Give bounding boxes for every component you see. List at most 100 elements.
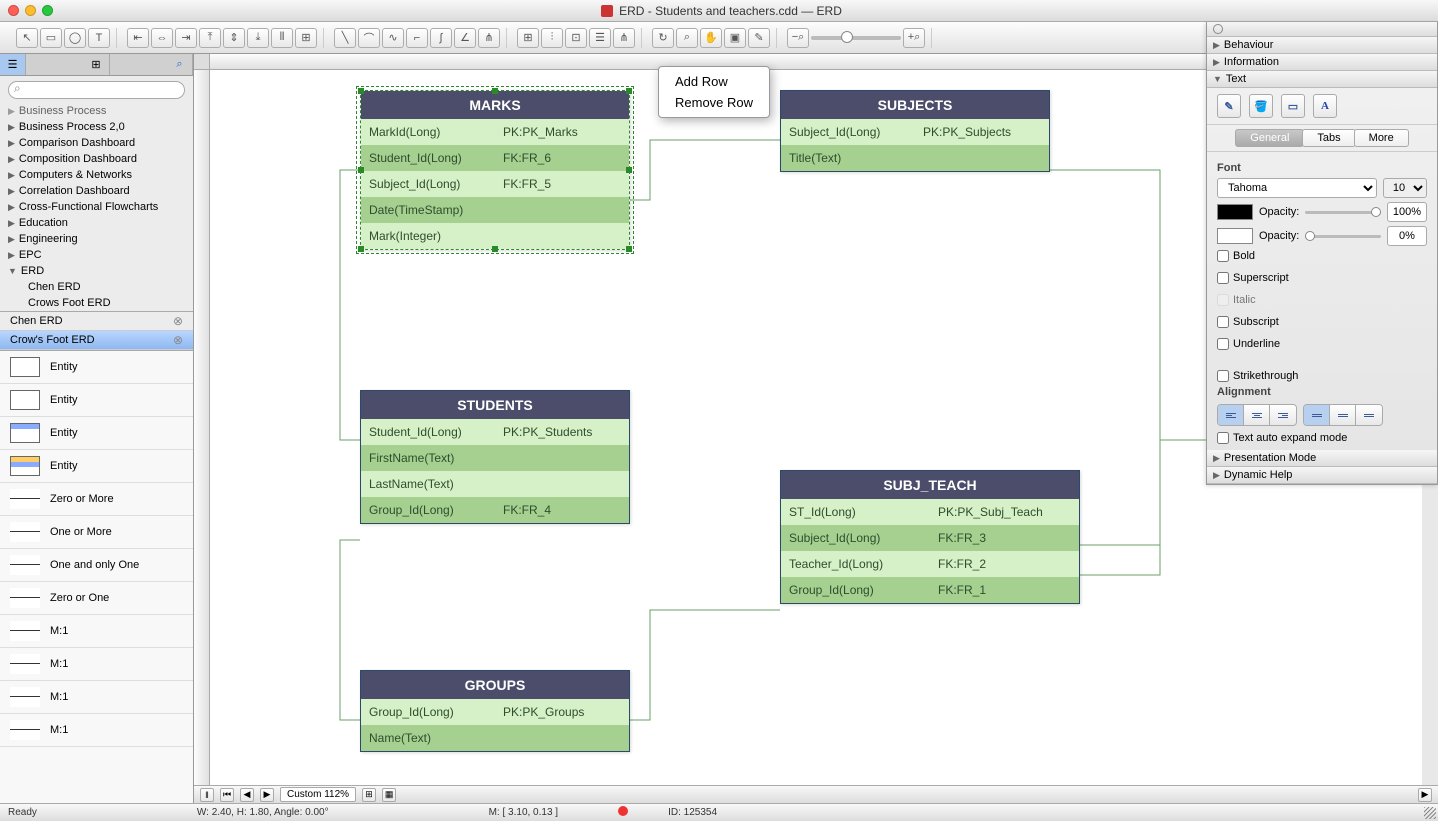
erd-table-header[interactable]: STUDENTS [361,391,629,419]
zoom-out-icon[interactable]: −⌕ [787,28,809,48]
erd-table-row[interactable]: Date(TimeStamp) [361,197,629,223]
shape-m-1[interactable]: M:1 [0,714,193,747]
connector-curve-icon[interactable]: ∿ [382,28,404,48]
grid-toggle-icon[interactable]: ⊞ [362,788,376,802]
text-opacity-input[interactable] [1387,202,1427,222]
layers-icon[interactable]: ☰ [589,28,611,48]
snap-grid-icon[interactable]: ⊞ [517,28,539,48]
selection-handle[interactable] [626,167,632,173]
zoom-window-button[interactable] [42,5,53,16]
bold-checkbox[interactable]: Bold [1217,250,1318,262]
group-icon[interactable]: ⊞ [295,28,317,48]
align-h-center[interactable] [1244,405,1270,425]
connector-split-icon[interactable]: ⋔ [478,28,500,48]
scrollbar-right-icon[interactable]: ▶ [1418,788,1432,802]
shape-entity[interactable]: Entity [0,450,193,483]
close-tab-icon[interactable]: ⊗ [173,314,183,328]
grid2-toggle-icon[interactable]: ▦ [382,788,396,802]
align-h-right[interactable] [1270,405,1296,425]
bg-opacity-input[interactable] [1387,226,1427,246]
underline-checkbox[interactable]: Underline [1217,338,1318,350]
shape-m-1[interactable]: M:1 [0,648,193,681]
connector-step-icon[interactable]: ⌐ [406,28,428,48]
inspector-tab-tabs[interactable]: Tabs [1302,129,1355,147]
erd-table-marks[interactable]: MARKSMarkId(Long)PK:PK_MarksStudent_Id(L… [360,90,630,250]
eyedropper-icon[interactable]: ✎ [748,28,770,48]
inspector-tab-more[interactable]: More [1354,129,1409,147]
presentation-icon[interactable]: ▣ [724,28,746,48]
align-v-middle[interactable] [1330,405,1356,425]
hand-tool-icon[interactable]: ✋ [700,28,722,48]
auto-expand-checkbox[interactable]: Text auto expand mode [1217,432,1427,444]
connector-angle-icon[interactable]: ∠ [454,28,476,48]
tab-search-icon[interactable]: ⌕ [167,54,193,75]
tree-item-cross-functional-flowcharts[interactable]: ▶Cross-Functional Flowcharts [0,199,193,215]
erd-table-row[interactable]: Teacher_Id(Long)FK:FR_2 [781,551,1079,577]
shape-one-or-more[interactable]: One or More [0,516,193,549]
pointer-tool-icon[interactable]: ↖ [16,28,38,48]
tree-item-epc[interactable]: ▶EPC [0,247,193,263]
selection-handle[interactable] [492,246,498,252]
erd-table-row[interactable]: ST_Id(Long)PK:PK_Subj_Teach [781,499,1079,525]
erd-table-row[interactable]: Group_Id(Long)FK:FR_1 [781,577,1079,603]
first-page-icon[interactable]: ⏮ [220,788,234,802]
erd-table-row[interactable]: Name(Text) [361,725,629,751]
refresh-icon[interactable]: ↻ [652,28,674,48]
tree-item-business-process-2-0[interactable]: ▶Business Process 2,0 [0,119,193,135]
zoom-slider[interactable] [811,36,901,40]
shape-entity[interactable]: Entity [0,384,193,417]
erd-table-row[interactable]: Student_Id(Long)FK:FR_6 [361,145,629,171]
selection-handle[interactable] [626,88,632,94]
tree-item-composition-dashboard[interactable]: ▶Composition Dashboard [0,151,193,167]
erd-table-row[interactable]: Subject_Id(Long)FK:FR_5 [361,171,629,197]
text-box-icon[interactable]: ▭ [1281,94,1305,118]
open-doc-crow-s-foot-erd[interactable]: Crow's Foot ERD⊗ [0,331,193,350]
shape-entity[interactable]: Entity [0,417,193,450]
erd-table-header[interactable]: SUBJECTS [781,91,1049,119]
erd-table-students[interactable]: STUDENTSStudent_Id(Long)PK:PK_StudentsFi… [360,390,630,524]
ellipse-tool-icon[interactable]: ◯ [64,28,86,48]
tree-item-business-process[interactable]: ▶Business Process [0,103,193,119]
inspector-tab-general[interactable]: General [1235,129,1304,147]
connector-line-icon[interactable]: ╲ [334,28,356,48]
shape-m-1[interactable]: M:1 [0,615,193,648]
open-doc-chen-erd[interactable]: Chen ERD⊗ [0,312,193,331]
align-top-icon[interactable]: ⤒ [199,28,221,48]
text-color-swatch[interactable] [1217,204,1253,220]
tab-grid-icon[interactable]: ⊞ [84,54,110,75]
superscript-checkbox[interactable]: Superscript [1217,272,1318,284]
close-tab-icon[interactable]: ⊗ [173,333,183,347]
tree-item-erd[interactable]: ▼ERD [0,263,193,279]
erd-table-row[interactable]: Subject_Id(Long)PK:PK_Subjects [781,119,1049,145]
font-size-select[interactable]: 10 [1383,178,1427,198]
inspector-section-unknown[interactable] [1207,22,1437,37]
connector-arc-icon[interactable]: ⌒ [358,28,380,48]
inspector-section-text[interactable]: ▼Text [1207,71,1437,88]
erd-table-row[interactable]: Subject_Id(Long)FK:FR_3 [781,525,1079,551]
align-center-icon[interactable]: ⇔ [151,28,173,48]
selection-handle[interactable] [492,88,498,94]
italic-checkbox[interactable]: Italic [1217,294,1318,306]
text-opacity-slider[interactable] [1305,211,1381,214]
inspector-section-presentation[interactable]: ▶Presentation Mode [1207,450,1437,467]
zoom-in-icon[interactable]: +⌕ [903,28,925,48]
slider-thumb[interactable] [1371,207,1381,217]
erd-table-row[interactable]: Group_Id(Long)PK:PK_Groups [361,699,629,725]
bg-opacity-slider[interactable] [1305,235,1381,238]
tree-icon[interactable]: ⋔ [613,28,635,48]
shape-m-1[interactable]: M:1 [0,681,193,714]
erd-table-row[interactable]: LastName(Text) [361,471,629,497]
next-page-icon[interactable]: ▶ [260,788,274,802]
tree-item-comparison-dashboard[interactable]: ▶Comparison Dashboard [0,135,193,151]
context-menu-remove-row[interactable]: Remove Row [659,92,769,113]
erd-table-header[interactable]: GROUPS [361,671,629,699]
resize-grip-icon[interactable] [1424,807,1436,819]
fill-color-icon[interactable]: 🪣 [1249,94,1273,118]
shape-one-and-only-one[interactable]: One and only One [0,549,193,582]
shape-entity[interactable]: Entity [0,351,193,384]
text-tool-icon[interactable]: T [88,28,110,48]
selection-handle[interactable] [358,88,364,94]
align-left-icon[interactable]: ⇤ [127,28,149,48]
prev-page-icon[interactable]: ◀ [240,788,254,802]
erd-table-subjects[interactable]: SUBJECTSSubject_Id(Long)PK:PK_SubjectsTi… [780,90,1050,172]
